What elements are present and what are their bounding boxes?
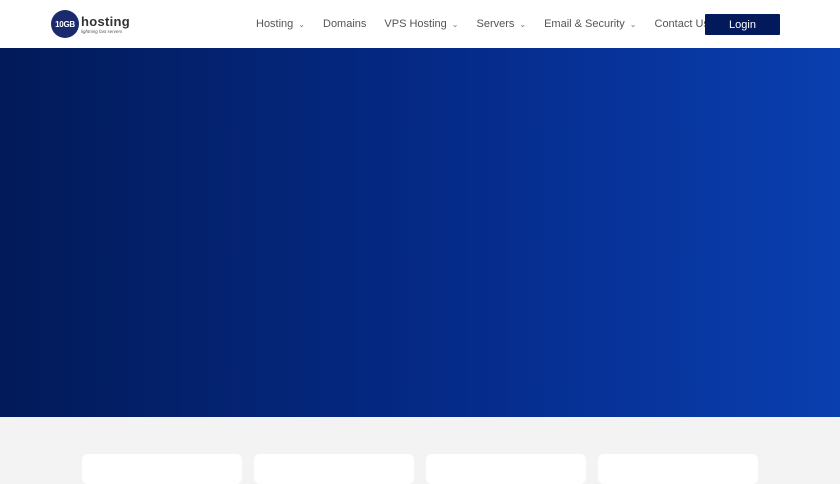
nav-label: Servers — [476, 18, 515, 30]
hero-banner — [0, 48, 840, 417]
nav-label: Hosting — [256, 18, 294, 30]
site-header: 10GB hosting lightning fast servers Host… — [0, 0, 840, 48]
nav-servers[interactable]: Servers ⌄ — [476, 18, 526, 30]
nav-label: Domains — [323, 18, 367, 30]
chevron-down-icon: ⌄ — [298, 19, 305, 29]
nav-hosting[interactable]: Hosting ⌄ — [256, 18, 305, 30]
logo-tagline: lightning fast servers — [81, 28, 123, 34]
logo-brand: hosting — [81, 13, 131, 29]
feature-card — [82, 454, 242, 484]
nav-email-security[interactable]: Email & Security ⌄ — [544, 18, 636, 30]
main-nav: Hosting ⌄ Domains VPS Hosting ⌄ Servers ⌄ E… — [256, 0, 727, 48]
nav-label: VPS Hosting — [384, 18, 447, 30]
logo-mark: 10GB — [51, 10, 79, 38]
chevron-down-icon: ⌄ — [629, 19, 637, 29]
chevron-down-icon: ⌄ — [451, 19, 459, 29]
feature-card — [254, 454, 414, 484]
feature-card — [598, 454, 758, 484]
nav-domains[interactable]: Domains — [323, 18, 366, 30]
nav-label: Contact Us — [654, 18, 709, 30]
login-button[interactable]: Login — [705, 14, 780, 35]
nav-vps-hosting[interactable]: VPS Hosting ⌄ — [384, 18, 458, 30]
feature-card — [426, 454, 586, 484]
logo[interactable]: 10GB hosting lightning fast servers — [51, 10, 130, 38]
nav-label: Email & Security — [544, 18, 625, 30]
nav-contact-us[interactable]: Contact Us — [655, 18, 709, 30]
chevron-down-icon: ⌄ — [519, 19, 527, 29]
